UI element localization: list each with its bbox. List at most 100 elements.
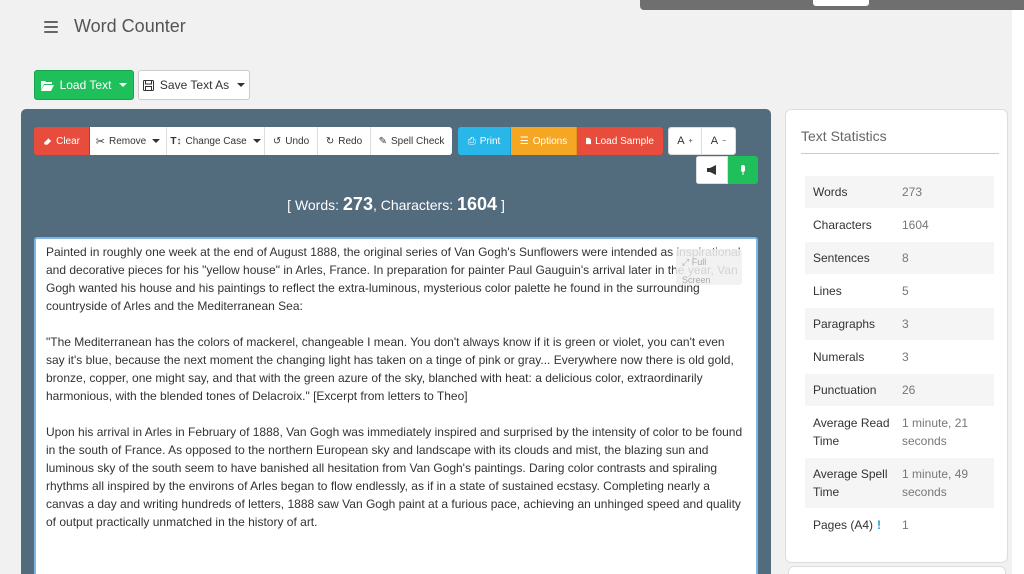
caret-down-icon (152, 139, 161, 143)
stat-row-paragraphs: Paragraphs 3 (805, 308, 994, 341)
stat-value: 1 minute, 49 seconds (902, 467, 969, 499)
print-button[interactable]: ⎙ Print (458, 127, 511, 155)
remove-button[interactable]: ✂ Remove (90, 127, 167, 155)
words-count: 273 (342, 194, 373, 214)
microphone-button[interactable] (728, 156, 758, 184)
sliders-icon: ☰ (519, 135, 529, 147)
edit-toolbar: Clear ✂ Remove T↕ Change Case ↺ Undo ↻ R… (34, 127, 452, 155)
secondary-panel-edge (788, 566, 1006, 574)
editor-paragraph: "The Mediterranean has the colors of mac… (46, 335, 734, 403)
change-case-button[interactable]: T↕ Change Case (167, 127, 265, 155)
spell-check-label: Spell Check (391, 135, 445, 147)
stat-row-pages: Pages (A4)! 1 (805, 509, 994, 542)
stat-value: 8 (902, 251, 909, 265)
caret-down-icon (237, 83, 246, 87)
clear-label: Clear (56, 135, 80, 147)
change-case-label: Change Case (185, 135, 247, 147)
save-text-as-button[interactable]: Save Text As (138, 70, 250, 100)
save-text-label: Save Text As (159, 78, 230, 92)
stats-divider (801, 153, 999, 154)
pages-label: Pages (A4) (813, 518, 874, 532)
redo-button[interactable]: ↻ Redo (318, 127, 371, 155)
app-title: Word Counter (74, 15, 186, 36)
print-icon: ⎙ (467, 135, 476, 147)
print-label: Print (479, 135, 501, 147)
font-increase-icon: A (677, 135, 685, 147)
redo-label: Redo (338, 135, 363, 147)
overlay-notch (813, 0, 869, 6)
counter-close-bracket: ] (500, 197, 505, 213)
save-icon (142, 79, 154, 91)
word-character-counter: [ Words: 273, Characters: 1604 ] (287, 194, 505, 214)
remove-label: Remove (108, 135, 147, 147)
undo-button[interactable]: ↺ Undo (265, 127, 318, 155)
stat-label: Lines (813, 284, 842, 298)
caret-down-icon (119, 83, 128, 87)
stats-title: Text Statistics (801, 128, 887, 144)
eraser-icon (43, 137, 52, 145)
characters-count: 1604 (457, 194, 498, 214)
fullscreen-button[interactable]: ⤢ Full Screen (676, 249, 742, 285)
spell-check-button[interactable]: ✎ Spell Check (371, 127, 452, 155)
options-button[interactable]: ☰ Options (511, 127, 577, 155)
redo-icon: ↻ (325, 135, 335, 147)
font-decrease-icon: A (710, 135, 719, 147)
stat-row-punctuation: Punctuation 26 (805, 374, 994, 407)
read-aloud-button[interactable] (696, 156, 728, 184)
stat-value: 273 (902, 185, 923, 199)
text-height-icon: T↕ (170, 135, 182, 147)
edit-icon: ✎ (378, 135, 388, 147)
stat-row-read-time: Average Read Time 1 minute, 21 seconds (805, 407, 994, 458)
stat-value: 26 (902, 383, 916, 397)
info-exclamation-icon[interactable]: ! (877, 518, 881, 532)
caret-down-icon (252, 139, 261, 143)
load-sample-label: Load Sample (595, 135, 654, 147)
characters-label: Characters: (380, 197, 454, 213)
counter-open-bracket: [ (287, 197, 292, 213)
words-label: Words: (294, 197, 340, 213)
stat-value: 5 (902, 284, 909, 298)
stat-label: Sentences (813, 251, 870, 265)
hamburger-menu-icon[interactable] (44, 21, 58, 33)
stat-label: Punctuation (813, 383, 877, 397)
stat-value: 3 (902, 350, 909, 364)
font-increase-button[interactable]: A + (669, 128, 702, 154)
expand-icon: ⤢ (682, 257, 690, 267)
load-text-button[interactable]: Load Text (34, 70, 134, 100)
app-header: Word Counter (44, 12, 186, 40)
stats-table: Words 273 Characters 1604 Sentences 8 Li… (805, 176, 994, 542)
stat-label: Words (813, 185, 848, 199)
stat-value: 1 (902, 518, 909, 532)
scissors-icon: ✂ (95, 135, 105, 148)
undo-icon: ↺ (272, 135, 282, 147)
output-toolbar: ⎙ Print ☰ Options Load Sample (458, 127, 663, 155)
stat-label: Numerals (813, 350, 865, 364)
font-decrease-button[interactable]: A − (702, 128, 735, 154)
bullhorn-icon (707, 165, 716, 175)
stat-label: Characters (813, 218, 872, 232)
stat-row-lines: Lines 5 (805, 275, 994, 308)
file-icon (586, 137, 592, 145)
stat-row-numerals: Numerals 3 (805, 341, 994, 374)
editor-paragraph: Painted in roughly one week at the end o… (46, 245, 741, 313)
stat-value: 1 minute, 21 seconds (902, 416, 969, 448)
folder-open-icon (40, 80, 54, 91)
stat-label: Average Read Time (813, 416, 890, 448)
stat-row-spell-time: Average Spell Time 1 minute, 49 seconds (805, 458, 994, 509)
text-editor[interactable]: Painted in roughly one week at the end o… (34, 237, 758, 574)
undo-label: Undo (285, 135, 310, 147)
load-sample-button[interactable]: Load Sample (577, 127, 663, 155)
microphone-icon (741, 164, 745, 175)
stat-value: 1604 (902, 218, 929, 232)
editor-panel: Clear ✂ Remove T↕ Change Case ↺ Undo ↻ R… (21, 109, 771, 574)
stat-label: Average Spell Time (813, 467, 888, 499)
clear-button[interactable]: Clear (34, 127, 90, 155)
stat-label: Pages (A4)! (805, 509, 894, 541)
font-size-toolbar: A + A − (668, 127, 736, 155)
stat-label: Paragraphs (813, 317, 876, 331)
speech-toolbar (696, 156, 758, 184)
browser-overlay-bar (640, 0, 1024, 10)
editor-paragraph: Upon his arrival in Arles in February of… (46, 425, 743, 529)
text-statistics-panel: Text Statistics Words 273 Characters 160… (785, 109, 1008, 563)
stat-row-sentences: Sentences 8 (805, 242, 994, 275)
